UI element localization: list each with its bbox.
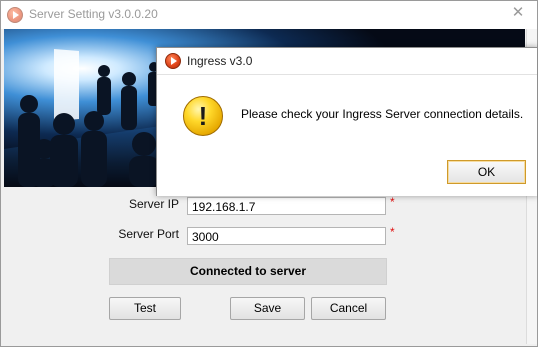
server-port-label: Server Port [118, 227, 179, 241]
ingress-play-icon [165, 53, 181, 69]
warning-icon: ! [183, 96, 223, 136]
server-ip-required-marker: * [390, 195, 395, 209]
test-button[interactable]: Test [109, 297, 181, 320]
ok-button[interactable]: OK [447, 160, 526, 184]
cancel-button[interactable]: Cancel [311, 297, 386, 320]
window-title: Server Setting v3.0.0.20 [29, 7, 158, 21]
window-titlebar[interactable]: Server Setting v3.0.0.20 ✕ [1, 1, 537, 29]
server-ip-input[interactable]: 192.168.1.7 [187, 197, 386, 215]
dialog-title: Ingress v3.0 [187, 54, 253, 68]
ingress-play-icon [7, 7, 23, 23]
ingress-alert-dialog: Ingress v3.0 ! Please check your Ingress… [156, 47, 538, 196]
server-ip-label: Server IP [129, 197, 180, 211]
dialog-titlebar[interactable]: Ingress v3.0 [157, 48, 537, 74]
dialog-body: ! Please check your Ingress Server conne… [157, 74, 537, 196]
save-button[interactable]: Save [230, 297, 305, 320]
close-icon[interactable]: ✕ [509, 4, 527, 22]
server-port-input[interactable]: 3000 [187, 227, 386, 245]
dialog-message: Please check your Ingress Server connect… [241, 107, 524, 121]
server-port-required-marker: * [390, 225, 395, 239]
connection-status-bar: Connected to server [109, 258, 387, 285]
